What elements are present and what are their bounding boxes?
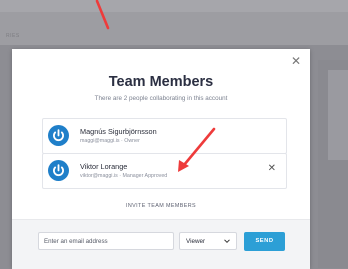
member-detail: viktor@maggi.is · Manager Approved (80, 173, 168, 179)
team-members-modal: ✕ Team Members There are 2 people collab… (12, 49, 310, 269)
invite-bar: Viewer SEND (12, 219, 310, 269)
member-row: Magnús Sigurbjörnsson maggi@maggi.is · O… (42, 118, 287, 154)
background-page-header: RIES (0, 0, 348, 45)
close-icon[interactable]: ✕ (290, 55, 302, 67)
background-panel (318, 60, 348, 268)
modal-title: Team Members (108, 74, 214, 90)
power-icon (53, 129, 64, 142)
background-top-strip (0, 0, 348, 12)
power-icon (53, 164, 64, 177)
background-faint-text: RIES (6, 33, 20, 39)
role-select-value: Viewer (186, 238, 206, 245)
remove-member-icon[interactable]: ✕ (268, 163, 276, 175)
invite-section-label: INVITE TEAM MEMBERS (125, 203, 197, 209)
avatar (48, 160, 69, 181)
send-button[interactable]: SEND (244, 232, 285, 251)
member-row: Viktor Lorange viktor@maggi.is · Manager… (42, 153, 287, 189)
member-name: Magnús Sigurbjörnsson (80, 127, 157, 136)
avatar (48, 125, 69, 146)
member-name: Viktor Lorange (80, 162, 128, 171)
modal-subtitle: There are 2 people collaborating in this… (94, 95, 228, 102)
chevron-down-icon (224, 239, 230, 244)
background-card (328, 70, 348, 160)
role-select[interactable]: Viewer (179, 232, 237, 250)
email-field[interactable] (38, 232, 174, 250)
member-detail: maggi@maggi.is · Owner (80, 138, 140, 144)
